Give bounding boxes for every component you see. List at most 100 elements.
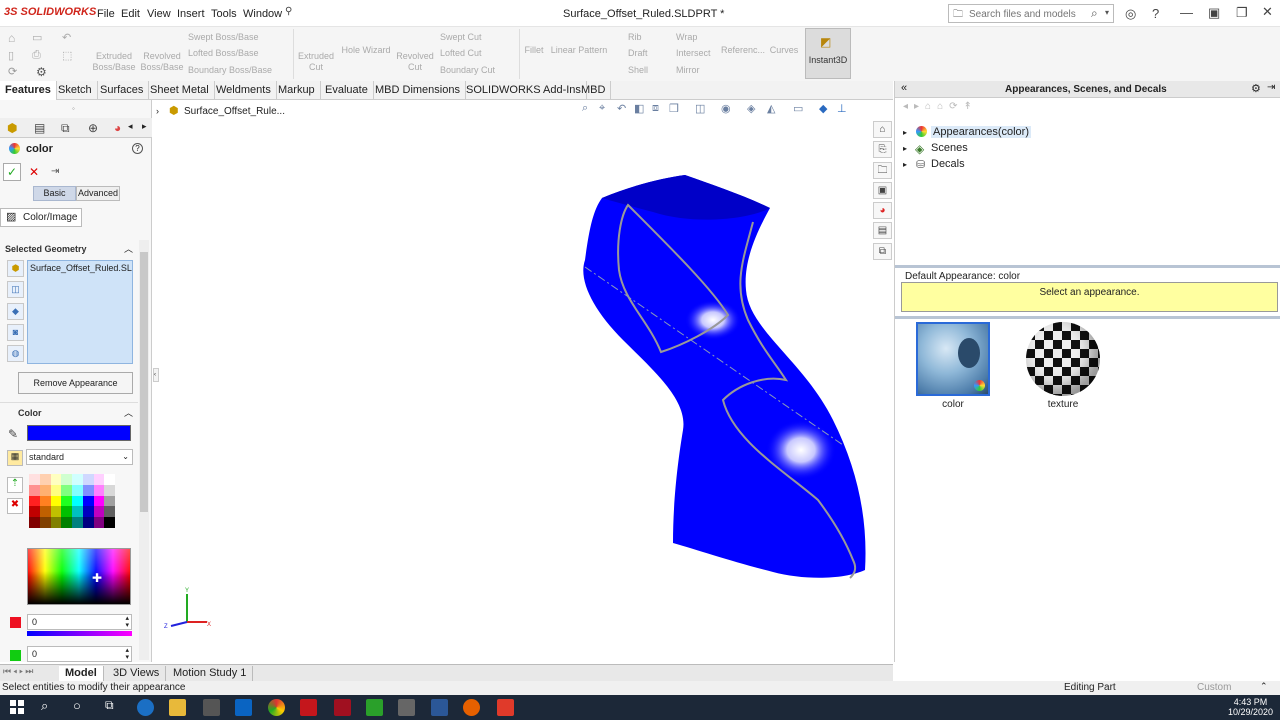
intersect-button[interactable]: Intersect	[676, 48, 711, 58]
color-swatch[interactable]	[61, 495, 72, 507]
color-swatch[interactable]	[104, 517, 115, 528]
current-color-swatch[interactable]	[27, 425, 131, 441]
pushpin-icon[interactable]: ⇥	[51, 166, 59, 177]
app-icon[interactable]	[398, 699, 415, 716]
tab-sheet-metal[interactable]: Sheet Metal	[145, 81, 215, 100]
scrollbar-thumb[interactable]	[140, 252, 148, 512]
model-surface[interactable]	[583, 175, 866, 578]
color-swatch[interactable]	[39, 517, 51, 528]
color-swatch[interactable]	[50, 506, 62, 517]
color-spectrum[interactable]: ✚	[27, 548, 131, 605]
restore-icon[interactable]: ❐	[1236, 5, 1248, 21]
color-swatch[interactable]	[104, 474, 115, 485]
color-swatch[interactable]	[29, 517, 40, 528]
tab-sketch[interactable]: Sketch	[53, 81, 98, 100]
tab-surfaces[interactable]: Surfaces	[95, 81, 150, 100]
color-swatch[interactable]	[29, 484, 40, 496]
appearance-thumb-color[interactable]	[916, 322, 990, 396]
tab-weldments[interactable]: Weldments	[211, 81, 277, 100]
system-clock[interactable]: 4:43 PM 10/29/2020	[1228, 697, 1273, 717]
print-icon[interactable]: ⎙	[32, 49, 41, 62]
zoom-to-fit-icon[interactable]: ⌕	[582, 102, 588, 115]
view-palette-icon[interactable]: ▣	[873, 182, 892, 199]
extruded-boss-button[interactable]: Extruded Boss/Base	[90, 51, 138, 73]
boundary-boss-button[interactable]: Boundary Boss/Base	[188, 65, 272, 75]
color-swatch[interactable]	[29, 506, 40, 517]
windows-start-icon[interactable]	[10, 700, 24, 714]
tab-model[interactable]: Model	[59, 666, 104, 681]
color-swatch[interactable]	[104, 495, 115, 507]
graphics-area[interactable]: ‹ › ⬢ Surface_Offset_Rule... ⌕ ⌖ ↶ ◧ ⧈ ❒…	[153, 100, 893, 662]
gear-icon[interactable]: ⚙	[1251, 82, 1261, 95]
reference-geometry-button[interactable]: Referenc...	[720, 45, 766, 56]
color-swatch[interactable]	[61, 484, 72, 496]
color-swatch[interactable]	[50, 474, 62, 485]
display-style-icon[interactable]: ◫	[695, 102, 705, 115]
expand-arrow-icon[interactable]: ▸	[903, 160, 907, 169]
part-filter-icon[interactable]: ⬢	[7, 260, 24, 277]
select-icon[interactable]: ⬚	[62, 49, 72, 62]
zoom-area-icon[interactable]: ⌖	[599, 102, 605, 115]
splitter[interactable]	[895, 265, 1280, 268]
stepper-icon[interactable]: ▴ ▾	[125, 615, 129, 629]
expand-arrow-icon[interactable]: ▸	[903, 144, 907, 153]
pin-icon[interactable]: ⇥	[1267, 82, 1275, 93]
advanced-mode-button[interactable]: Advanced	[76, 186, 120, 201]
hole-wizard-button[interactable]: Hole Wizard	[338, 45, 394, 56]
task-view-icon[interactable]: ⧉	[105, 698, 114, 713]
shell-button[interactable]: Shell	[628, 65, 648, 75]
color-swatch[interactable]	[93, 484, 105, 496]
swept-cut-button[interactable]: Swept Cut	[440, 32, 482, 42]
tab-motion-study[interactable]: Motion Study 1	[167, 666, 254, 681]
undo-icon[interactable]: ↶	[62, 31, 71, 44]
instant3d-button[interactable]: ◩ Instant3D	[805, 28, 851, 79]
color-swatch[interactable]	[104, 506, 115, 517]
basic-mode-button[interactable]: Basic	[33, 186, 76, 201]
rebuild-icon[interactable]: ⟳	[8, 65, 17, 78]
outlook-icon[interactable]	[235, 699, 252, 716]
search-box[interactable]: 🗀 ⌕ ▾	[948, 4, 1114, 23]
tab-mbd-dimensions[interactable]: MBD Dimensions	[370, 81, 466, 100]
menu-tools[interactable]: Tools	[211, 8, 237, 20]
user-icon[interactable]: ◎	[1125, 6, 1136, 22]
scrollbar[interactable]	[139, 240, 149, 660]
collapse-chevron-icon[interactable]: ︿	[124, 242, 133, 255]
edge-icon[interactable]	[137, 699, 154, 716]
chrome-icon[interactable]	[268, 699, 285, 716]
expand-arrow-icon[interactable]: ▸	[903, 128, 907, 137]
word-icon[interactable]	[431, 699, 448, 716]
surface-filter-icon[interactable]: ◍	[7, 345, 24, 362]
tab-evaluate[interactable]: Evaluate	[320, 81, 374, 100]
chevron-right-icon[interactable]: ▸	[142, 121, 147, 132]
open-icon[interactable]: ▯	[8, 49, 14, 62]
color-swatch[interactable]	[82, 506, 94, 517]
boundary-cut-button[interactable]: Boundary Cut	[440, 65, 495, 75]
tab-scroll-arrows[interactable]: ⏮◂▸⏭	[3, 666, 35, 677]
color-swatch[interactable]	[61, 506, 72, 517]
color-swatch[interactable]	[72, 474, 83, 485]
triad-icon[interactable]: ⊥	[837, 102, 847, 115]
lofted-cut-button[interactable]: Lofted Cut	[440, 48, 482, 58]
tab-markup[interactable]: Markup	[273, 81, 321, 100]
color-swatch-grid[interactable]	[29, 474, 115, 530]
home-icon[interactable]: ⌂	[8, 31, 15, 45]
curves-button[interactable]: Curves	[768, 45, 800, 56]
apply-scene-icon[interactable]: ◭	[767, 102, 775, 115]
collapse-icon[interactable]: «	[901, 82, 907, 94]
menu-window[interactable]: Window	[243, 8, 282, 20]
fillet-button[interactable]: Fillet	[522, 45, 546, 56]
body-filter-icon[interactable]: ◫	[7, 281, 24, 298]
view-settings-icon[interactable]: ▭	[793, 102, 803, 115]
menu-view[interactable]: View	[147, 8, 171, 20]
color-swatch[interactable]	[29, 474, 40, 485]
selection-item[interactable]: Surface_Offset_Ruled.SLDPRT	[30, 263, 132, 273]
color-swatch[interactable]	[50, 495, 62, 507]
forum-icon[interactable]: ⧉	[873, 243, 892, 260]
tree-item-appearances[interactable]: Appearances(color)	[931, 126, 1031, 138]
rib-button[interactable]: Rib	[628, 32, 642, 42]
swatch-set-icon[interactable]: ▦	[7, 450, 23, 466]
crosshair-icon[interactable]: ✚	[92, 571, 102, 585]
new-doc-icon[interactable]: ▭	[32, 31, 42, 44]
menu-edit[interactable]: Edit	[121, 8, 140, 20]
tree-item-decals[interactable]: Decals	[931, 158, 965, 170]
